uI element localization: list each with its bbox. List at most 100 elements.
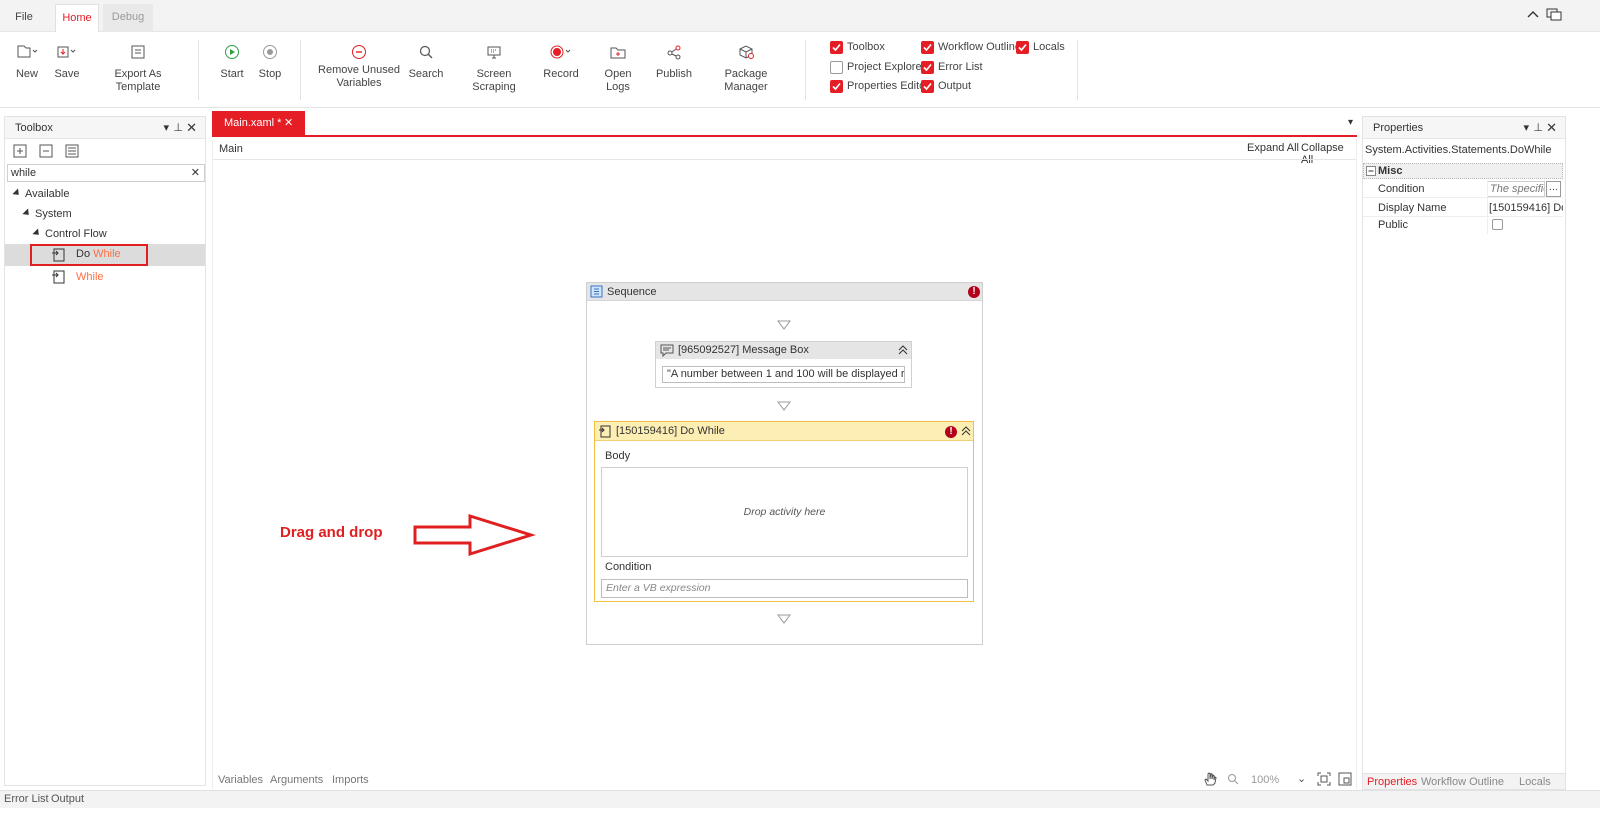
clear-search-icon[interactable]: ✕ bbox=[191, 165, 200, 181]
new-button[interactable]: New bbox=[10, 38, 44, 81]
ribbon: New Save Export As Template Start Stop R bbox=[0, 32, 1600, 108]
tab-main-xaml[interactable]: Main.xaml * ✕ bbox=[212, 111, 305, 135]
display-name-value[interactable]: [150159416] Do bbox=[1489, 199, 1563, 217]
stop-button[interactable]: Stop bbox=[256, 38, 284, 81]
expand-triangle-icon bbox=[12, 187, 22, 198]
pin-icon[interactable]: ⊥ bbox=[1533, 117, 1543, 139]
toggle-error-list[interactable]: Error List bbox=[921, 59, 983, 75]
toggle-workflow-outline[interactable]: Workflow Outline bbox=[921, 39, 1021, 55]
error-icon[interactable]: ! bbox=[945, 426, 957, 438]
pin-icon[interactable]: ⊥ bbox=[173, 117, 183, 139]
tree-node-system[interactable]: System bbox=[22, 204, 72, 224]
overview-map-icon[interactable] bbox=[1338, 772, 1352, 786]
toggle-project-explorer[interactable]: Project Explorer bbox=[830, 59, 925, 75]
condition-value-input[interactable]: The specific bbox=[1487, 181, 1545, 197]
toolbox-item-do-while[interactable]: Do While bbox=[5, 244, 205, 266]
collapse-category-icon[interactable] bbox=[1366, 166, 1376, 176]
pan-hand-icon[interactable] bbox=[1203, 772, 1217, 786]
collapse-activity-icon[interactable] bbox=[898, 342, 908, 356]
do-while-activity-icon bbox=[598, 425, 611, 438]
zoom-dropdown-icon[interactable]: ⌄ bbox=[1297, 772, 1306, 785]
sequence-icon bbox=[590, 285, 603, 298]
checkbox-checked-icon bbox=[830, 79, 843, 93]
toggle-output[interactable]: Output bbox=[921, 78, 971, 94]
close-icon[interactable]: ✕ bbox=[1546, 117, 1557, 139]
message-box-activity[interactable]: [965092527] Message Box "A number betwee… bbox=[655, 341, 912, 388]
screen-scraping-button[interactable]: Screen Scraping bbox=[456, 38, 532, 94]
toggle-locals[interactable]: Locals bbox=[1016, 39, 1065, 55]
start-button[interactable]: Start bbox=[218, 38, 246, 81]
property-row-public[interactable]: Public bbox=[1363, 216, 1563, 234]
feedback-icon[interactable] bbox=[1546, 8, 1562, 22]
tab-workflow-outline[interactable]: Workflow Outline bbox=[1421, 776, 1504, 788]
drop-target-icon[interactable] bbox=[777, 320, 791, 330]
close-tab-icon[interactable]: ✕ bbox=[284, 111, 293, 135]
export-template-icon bbox=[94, 38, 182, 62]
tree-node-available[interactable]: Available bbox=[12, 184, 69, 204]
condition-input[interactable]: Enter a VB expression bbox=[601, 579, 968, 598]
do-while-header[interactable]: [150159416] Do While ! bbox=[595, 422, 973, 441]
category-misc[interactable]: Misc bbox=[1363, 163, 1563, 179]
message-text-input[interactable]: "A number between 1 and 100 will be disp… bbox=[662, 366, 905, 383]
checkbox-checked-icon bbox=[830, 40, 843, 54]
collapse-activity-icon[interactable] bbox=[961, 423, 971, 437]
sequence-header[interactable]: Sequence ! bbox=[587, 283, 982, 301]
publish-button[interactable]: Publish bbox=[654, 38, 694, 81]
tab-locals[interactable]: Locals bbox=[1519, 776, 1551, 788]
toggle-properties-editor[interactable]: Properties Editor bbox=[830, 78, 929, 94]
toolbox-toolbar bbox=[5, 140, 205, 162]
dropdown-arrow-icon[interactable]: ▾ bbox=[1523, 117, 1529, 139]
record-button[interactable]: Record bbox=[542, 38, 580, 81]
tab-home[interactable]: Home bbox=[55, 4, 99, 33]
remove-unused-variables-button[interactable]: Remove Unused Variables bbox=[318, 38, 400, 90]
do-while-activity[interactable]: [150159416] Do While ! Body Drop activit… bbox=[594, 421, 974, 602]
breadcrumb[interactable]: Main bbox=[219, 143, 243, 155]
toggle-toolbox[interactable]: Toolbox bbox=[830, 39, 885, 55]
variables-tab[interactable]: Variables bbox=[218, 774, 263, 786]
list-view-icon[interactable] bbox=[65, 144, 79, 158]
tab-list-dropdown-icon[interactable]: ▾ bbox=[1348, 117, 1353, 128]
tab-debug[interactable]: Debug bbox=[103, 4, 153, 32]
fit-to-screen-icon[interactable] bbox=[1317, 772, 1331, 786]
export-as-template-button[interactable]: Export As Template bbox=[94, 38, 182, 94]
checkbox-unchecked-icon bbox=[830, 60, 843, 74]
open-logs-button[interactable]: Open Logs bbox=[592, 38, 644, 94]
ribbon-separator bbox=[300, 40, 301, 100]
zoom-level[interactable]: 100% bbox=[1251, 774, 1279, 786]
checkbox-checked-icon bbox=[921, 40, 934, 54]
collapse-all-link[interactable]: Collapse All bbox=[1301, 142, 1356, 166]
imports-tab[interactable]: Imports bbox=[332, 774, 369, 786]
toolbox-item-while[interactable]: While bbox=[5, 266, 205, 288]
grid-divider bbox=[1487, 180, 1488, 234]
collapse-all-icon[interactable] bbox=[39, 144, 53, 158]
collapse-ribbon-icon[interactable] bbox=[1526, 8, 1540, 22]
drop-target-icon[interactable] bbox=[777, 614, 791, 624]
drop-target-icon[interactable] bbox=[777, 401, 791, 411]
dropdown-arrow-icon[interactable]: ▾ bbox=[163, 117, 169, 139]
body-drop-zone[interactable]: Drop activity here bbox=[601, 467, 968, 557]
package-manager-button[interactable]: Package Manager bbox=[704, 38, 788, 94]
message-box-header[interactable]: [965092527] Message Box bbox=[656, 342, 911, 359]
toolbox-search-input[interactable]: while ✕ bbox=[7, 164, 205, 182]
new-file-icon bbox=[10, 38, 44, 62]
expand-all-icon[interactable] bbox=[13, 144, 27, 158]
property-row-condition[interactable]: Condition The specific … bbox=[1363, 180, 1563, 198]
search-button[interactable]: Search bbox=[408, 38, 444, 81]
tab-file[interactable]: File bbox=[4, 4, 44, 32]
tree-node-control-flow[interactable]: Control Flow bbox=[32, 224, 107, 244]
ellipsis-button[interactable]: … bbox=[1546, 181, 1561, 197]
tab-error-list[interactable]: Error List bbox=[4, 793, 49, 805]
tab-output[interactable]: Output bbox=[51, 793, 84, 805]
zoom-icon[interactable] bbox=[1227, 773, 1239, 785]
error-icon[interactable]: ! bbox=[968, 286, 980, 298]
arguments-tab[interactable]: Arguments bbox=[270, 774, 323, 786]
save-button[interactable]: Save bbox=[52, 38, 82, 81]
share-icon bbox=[654, 38, 694, 62]
tab-properties[interactable]: Properties bbox=[1367, 776, 1417, 788]
drop-activity-hint: Drop activity here bbox=[743, 506, 826, 518]
public-checkbox[interactable] bbox=[1492, 219, 1503, 230]
expand-all-link[interactable]: Expand All bbox=[1247, 142, 1299, 154]
property-row-display-name[interactable]: Display Name [150159416] Do bbox=[1363, 199, 1563, 217]
close-icon[interactable]: ✕ bbox=[186, 117, 197, 139]
properties-header: Properties ▾ ⊥ ✕ bbox=[1363, 117, 1565, 139]
